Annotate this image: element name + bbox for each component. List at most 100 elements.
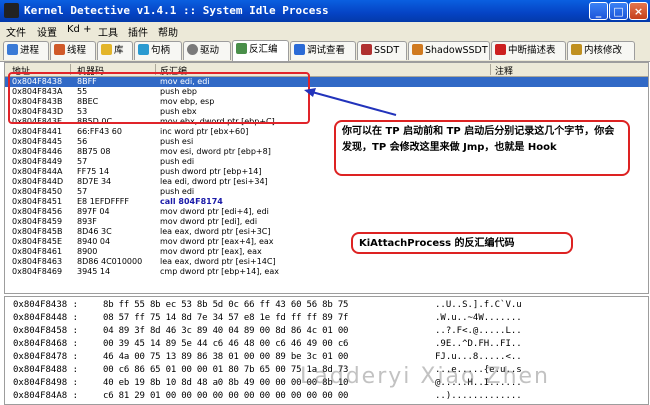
row-address: 0x804F8451 [12, 197, 63, 206]
tab-idt[interactable]: 中断描述表 [491, 41, 566, 60]
row-disassembly: mov dword ptr [eax], eax [160, 247, 262, 256]
row-address: 0x804F8449 [12, 157, 63, 166]
table-row[interactable]: 0x804F844D 8D7E 34 lea edi, dword ptr [esi… [5, 177, 648, 187]
table-row[interactable]: 0x804F8451 E8 1EFDFFFF call 804F8174 [5, 197, 648, 207]
row-address: 0x804F8450 [12, 187, 63, 196]
row-disassembly: mov dword ptr [edi+4], edi [160, 207, 269, 216]
wrench-icon [361, 44, 372, 55]
tab-processes[interactable]: 进程 [3, 41, 49, 60]
row-disassembly: mov dword ptr [eax+4], eax [160, 237, 274, 246]
row-address: 0x804F8446 [12, 147, 63, 156]
hex-address: 0x804F8478 : [13, 352, 79, 362]
row-machine-code: 893F [77, 217, 97, 226]
table-row[interactable]: 0x804F8456 897F 04 mov dword ptr [edi+4], … [5, 207, 648, 217]
arrow-icon [304, 88, 397, 116]
menu-file[interactable]: 文件 [6, 24, 26, 39]
hex-bytes: 46 4a 00 75 13 89 86 38 01 00 00 89 be 3… [103, 352, 349, 362]
hook-callout: 你可以在 TP 启动前和 TP 启动后分别记录这几个字节，你会发现，TP 会修改… [334, 120, 630, 176]
menu-kd[interactable]: Kd + [67, 24, 91, 35]
tab-libraries[interactable]: 库 [97, 41, 133, 60]
hex-address: 0x804F8448 : [13, 313, 79, 323]
hex-address: 0x804F84A8 : [13, 391, 79, 401]
menu-tools[interactable]: 工具 [98, 24, 118, 39]
hex-address: 0x804F8488 : [13, 365, 79, 375]
tab-ssdt[interactable]: SSDT [357, 41, 407, 60]
menu-plugins[interactable]: 插件 [128, 24, 148, 39]
row-machine-code: E8 1EFDFFFF [77, 197, 129, 206]
row-address: 0x804F844D [12, 177, 64, 186]
app-icon [4, 3, 19, 18]
watermark-text: Ladderyi Xiao Zhen [300, 364, 550, 389]
process-icon [7, 44, 18, 55]
row-disassembly: push esi [160, 137, 194, 146]
row-disassembly: inc word ptr [ebx+60] [160, 127, 249, 136]
disassembly-icon [236, 43, 247, 54]
hex-address: 0x804F8438 : [13, 300, 79, 310]
row-machine-code: 8D46 3C [77, 227, 112, 236]
row-disassembly: push edi [160, 187, 195, 196]
menu-help[interactable]: 帮助 [158, 24, 178, 39]
table-row[interactable]: 0x804F8463 8D86 4C010000 lea eax, dword pt… [5, 257, 648, 267]
hex-address: 0x804F8458 : [13, 326, 79, 336]
tab-drivers[interactable]: 驱动 [183, 41, 231, 60]
interrupt-icon [495, 44, 506, 55]
row-disassembly: push dword ptr [ebp+14] [160, 167, 262, 176]
hex-ascii: ..?.F<.@.....L.. [435, 326, 522, 336]
menu-settings[interactable]: 设置 [37, 24, 57, 39]
hex-ascii: .W.u..~4W....... [435, 313, 522, 323]
table-row[interactable]: 0x804F8450 57 push edi [5, 187, 648, 197]
tab-disassembly[interactable]: 反汇编 [232, 40, 289, 61]
wrench-icon [412, 44, 423, 55]
row-machine-code: FF75 14 [77, 167, 110, 176]
tab-kernel-mods[interactable]: 内核修改 [567, 41, 635, 60]
tab-threads[interactable]: 线程 [50, 41, 96, 60]
row-address: 0x804F845E [12, 237, 63, 246]
handle-icon [138, 44, 149, 55]
row-machine-code: 8940 04 [77, 237, 111, 246]
maximize-button[interactable]: □ [609, 2, 628, 20]
row-machine-code: 8D7E 34 [77, 177, 112, 186]
table-row[interactable]: 0x804F8459 893F mov dword ptr [edi], edi [5, 217, 648, 227]
hex-address: 0x804F8498 : [13, 378, 79, 388]
close-button[interactable]: × [629, 2, 648, 20]
row-machine-code: 8900 [77, 247, 98, 256]
row-machine-code: 66:FF43 60 [77, 127, 122, 136]
hex-ascii: ..U..S.].f.C`V.u [435, 300, 522, 310]
row-disassembly: cmp dword ptr [ebp+14], eax [160, 267, 279, 276]
hex-bytes: c6 81 29 01 00 00 00 00 00 00 00 00 00 0… [103, 391, 349, 401]
function-callout: KiAttachProcess 的反汇编代码 [351, 232, 573, 254]
table-row[interactable]: 0x804F8469 3945 14 cmp dword ptr [ebp+14],… [5, 267, 648, 277]
row-machine-code: 3945 14 [77, 267, 111, 276]
row-machine-code: 8B75 08 [77, 147, 111, 156]
tab-bar: 进程 线程 库 句柄 驱动 反汇编 调试查看 SSDT ShadowSSDT 中… [0, 39, 650, 62]
hex-bytes: 8b ff 55 8b ec 53 8b 5d 0c 66 ff 43 60 5… [103, 300, 349, 310]
column-divider [490, 64, 491, 75]
menu-bar: 文件 设置 Kd + 工具 插件 帮助 [0, 22, 650, 39]
hex-ascii: FJ.u...8.....<.. [435, 352, 522, 362]
row-disassembly: lea eax, dword ptr [esi+3C] [160, 227, 271, 236]
row-disassembly: call 804F8174 [160, 197, 223, 206]
hex-bytes: 04 89 3f 8d 46 3c 89 40 04 89 00 8d 86 4… [103, 326, 349, 336]
row-address: 0x804F8463 [12, 257, 63, 266]
library-icon [101, 44, 112, 55]
hex-bytes: 08 57 ff 75 14 8d 7e 34 57 e8 1e fd ff f… [103, 313, 349, 323]
row-address: 0x804F8469 [12, 267, 63, 276]
title-bar: Kernel Detective v1.4.1 :: System Idle P… [0, 0, 650, 22]
row-disassembly: mov esi, dword ptr [ebp+8] [160, 147, 271, 156]
tab-debug-view[interactable]: 调试查看 [290, 41, 356, 60]
hex-ascii: .9E..^D.FH..FI.. [435, 339, 522, 349]
thread-icon [54, 44, 65, 55]
minimize-button[interactable]: _ [589, 2, 608, 20]
row-address: 0x804F8461 [12, 247, 63, 256]
highlight-box [8, 72, 310, 124]
column-comment[interactable]: 注释 [495, 64, 513, 77]
tab-handles[interactable]: 句柄 [134, 41, 182, 60]
row-machine-code: 897F 04 [77, 207, 110, 216]
tab-shadow-ssdt[interactable]: ShadowSSDT [408, 41, 490, 60]
row-disassembly: lea edi, dword ptr [esi+34] [160, 177, 268, 186]
row-machine-code: 56 [77, 137, 88, 146]
row-address: 0x804F8456 [12, 207, 63, 216]
hex-bytes: 00 39 45 14 89 5e 44 c6 46 48 00 c6 46 4… [103, 339, 349, 349]
row-address: 0x804F8441 [12, 127, 63, 136]
row-disassembly: push edi [160, 157, 195, 166]
